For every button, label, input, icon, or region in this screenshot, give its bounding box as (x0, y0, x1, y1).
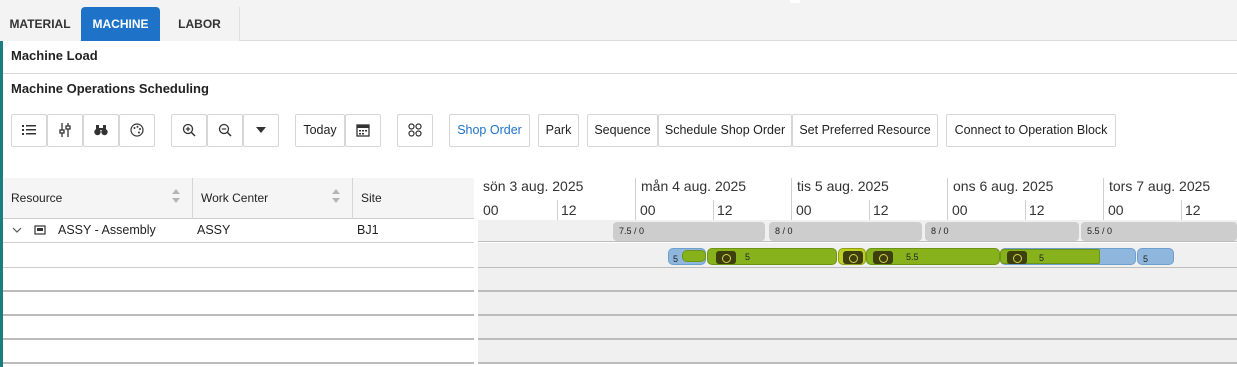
operation-block[interactable]: 5 (1137, 248, 1174, 265)
table-row (3, 243, 474, 268)
grid-icon (408, 123, 422, 137)
hour-label: 00 (640, 202, 656, 218)
list-icon (22, 125, 36, 135)
find-button[interactable] (83, 114, 119, 147)
table-row (3, 316, 474, 340)
site-cell: BJ1 (357, 223, 379, 237)
operation-highlight (682, 250, 706, 262)
sort-icon[interactable] (332, 189, 340, 203)
tab-material[interactable]: MATERIAL (0, 7, 80, 41)
sequence-button[interactable]: Sequence (587, 114, 658, 147)
zoom-out-icon (218, 123, 232, 137)
zoom-in-icon (182, 123, 196, 137)
dropdown-icon (256, 127, 266, 133)
operation-icon (873, 251, 893, 264)
operation-block[interactable]: 5 (707, 248, 837, 265)
day-label: mån 4 aug. 2025 (641, 178, 747, 194)
today-button[interactable]: Today (295, 114, 345, 147)
set-preferred-resource-button[interactable]: Set Preferred Resource (792, 114, 938, 147)
timeline-row (478, 268, 1237, 292)
shop-order-button[interactable]: Shop Order (449, 114, 530, 147)
resource-cell: ASSY - Assembly (58, 223, 156, 237)
section-title: Machine Load (3, 41, 1237, 74)
subsection-title: Machine Operations Scheduling (11, 81, 209, 96)
tab-labor[interactable]: LABOR (160, 7, 240, 41)
table-row (3, 292, 474, 316)
hour-label: 12 (873, 202, 889, 218)
connect-operation-block-button[interactable]: Connect to Operation Block (946, 114, 1116, 147)
day-label: sön 3 aug. 2025 (483, 178, 584, 194)
layout-button[interactable] (397, 114, 433, 147)
tab-machine[interactable]: MACHINE (81, 7, 160, 41)
tab-bar: MATERIAL MACHINE LABOR (0, 0, 1237, 41)
schedule-shop-order-button[interactable]: Schedule Shop Order (658, 114, 792, 147)
capacity-pill[interactable]: 5.5 / 0 (1081, 222, 1237, 241)
calendar-button[interactable] (345, 114, 381, 147)
day-label: tors 7 aug. 2025 (1109, 178, 1211, 194)
palette-icon (130, 123, 144, 137)
operation-icon (843, 251, 863, 264)
hour-label: 00 (796, 202, 812, 218)
sliders-icon (59, 123, 71, 137)
work-center-cell: ASSY (197, 223, 231, 237)
day-label: ons 6 aug. 2025 (953, 178, 1054, 194)
machine-icon (34, 219, 48, 241)
timeline-row (478, 340, 1237, 364)
hour-label: 12 (1185, 202, 1201, 218)
timeline-row (478, 316, 1237, 340)
operation-block[interactable]: 5.5 (866, 248, 1000, 265)
column-header-work-center[interactable]: Work Center (193, 178, 353, 219)
binoculars-icon (94, 125, 108, 136)
operation-icon (716, 251, 736, 264)
table-row[interactable]: ASSY - Assembly ASSY BJ1 (3, 219, 474, 243)
color-scheme-button[interactable] (119, 114, 155, 147)
day-label: tis 5 aug. 2025 (797, 178, 889, 194)
gantt-timeline[interactable]: sön 3 aug. 2025 mån 4 aug. 2025 tis 5 au… (478, 178, 1237, 367)
hour-label: 12 (561, 202, 577, 218)
table-row (3, 340, 474, 364)
zoom-out-button[interactable] (207, 114, 243, 147)
hour-label: 00 (483, 202, 499, 218)
sort-icon[interactable] (172, 189, 180, 203)
capacity-pill[interactable]: 8 / 0 (925, 222, 1079, 241)
zoom-in-button[interactable] (171, 114, 207, 147)
hour-label: 12 (717, 202, 733, 218)
operation-icon (1007, 251, 1027, 264)
operation-block[interactable]: 5 (1000, 249, 1100, 264)
hour-label: 00 (952, 202, 968, 218)
filter-settings-button[interactable] (47, 114, 83, 147)
capacity-pill[interactable]: 8 / 0 (769, 222, 922, 241)
hour-label: 12 (1029, 202, 1045, 218)
hour-label: 00 (1108, 202, 1124, 218)
grid-header: Resource Work Center Site (3, 178, 474, 219)
zoom-options-button[interactable] (243, 114, 279, 147)
column-header-site[interactable]: Site (353, 178, 474, 219)
table-row (3, 268, 474, 292)
column-header-resource[interactable]: Resource (3, 178, 193, 219)
operation-block[interactable] (838, 248, 866, 265)
chevron-down-icon[interactable] (12, 219, 24, 241)
timeline-row (478, 292, 1237, 316)
capacity-pill[interactable]: 7.5 / 0 (613, 222, 765, 241)
list-view-button[interactable] (11, 114, 47, 147)
calendar-icon (356, 124, 370, 137)
park-button[interactable]: Park (538, 114, 579, 147)
